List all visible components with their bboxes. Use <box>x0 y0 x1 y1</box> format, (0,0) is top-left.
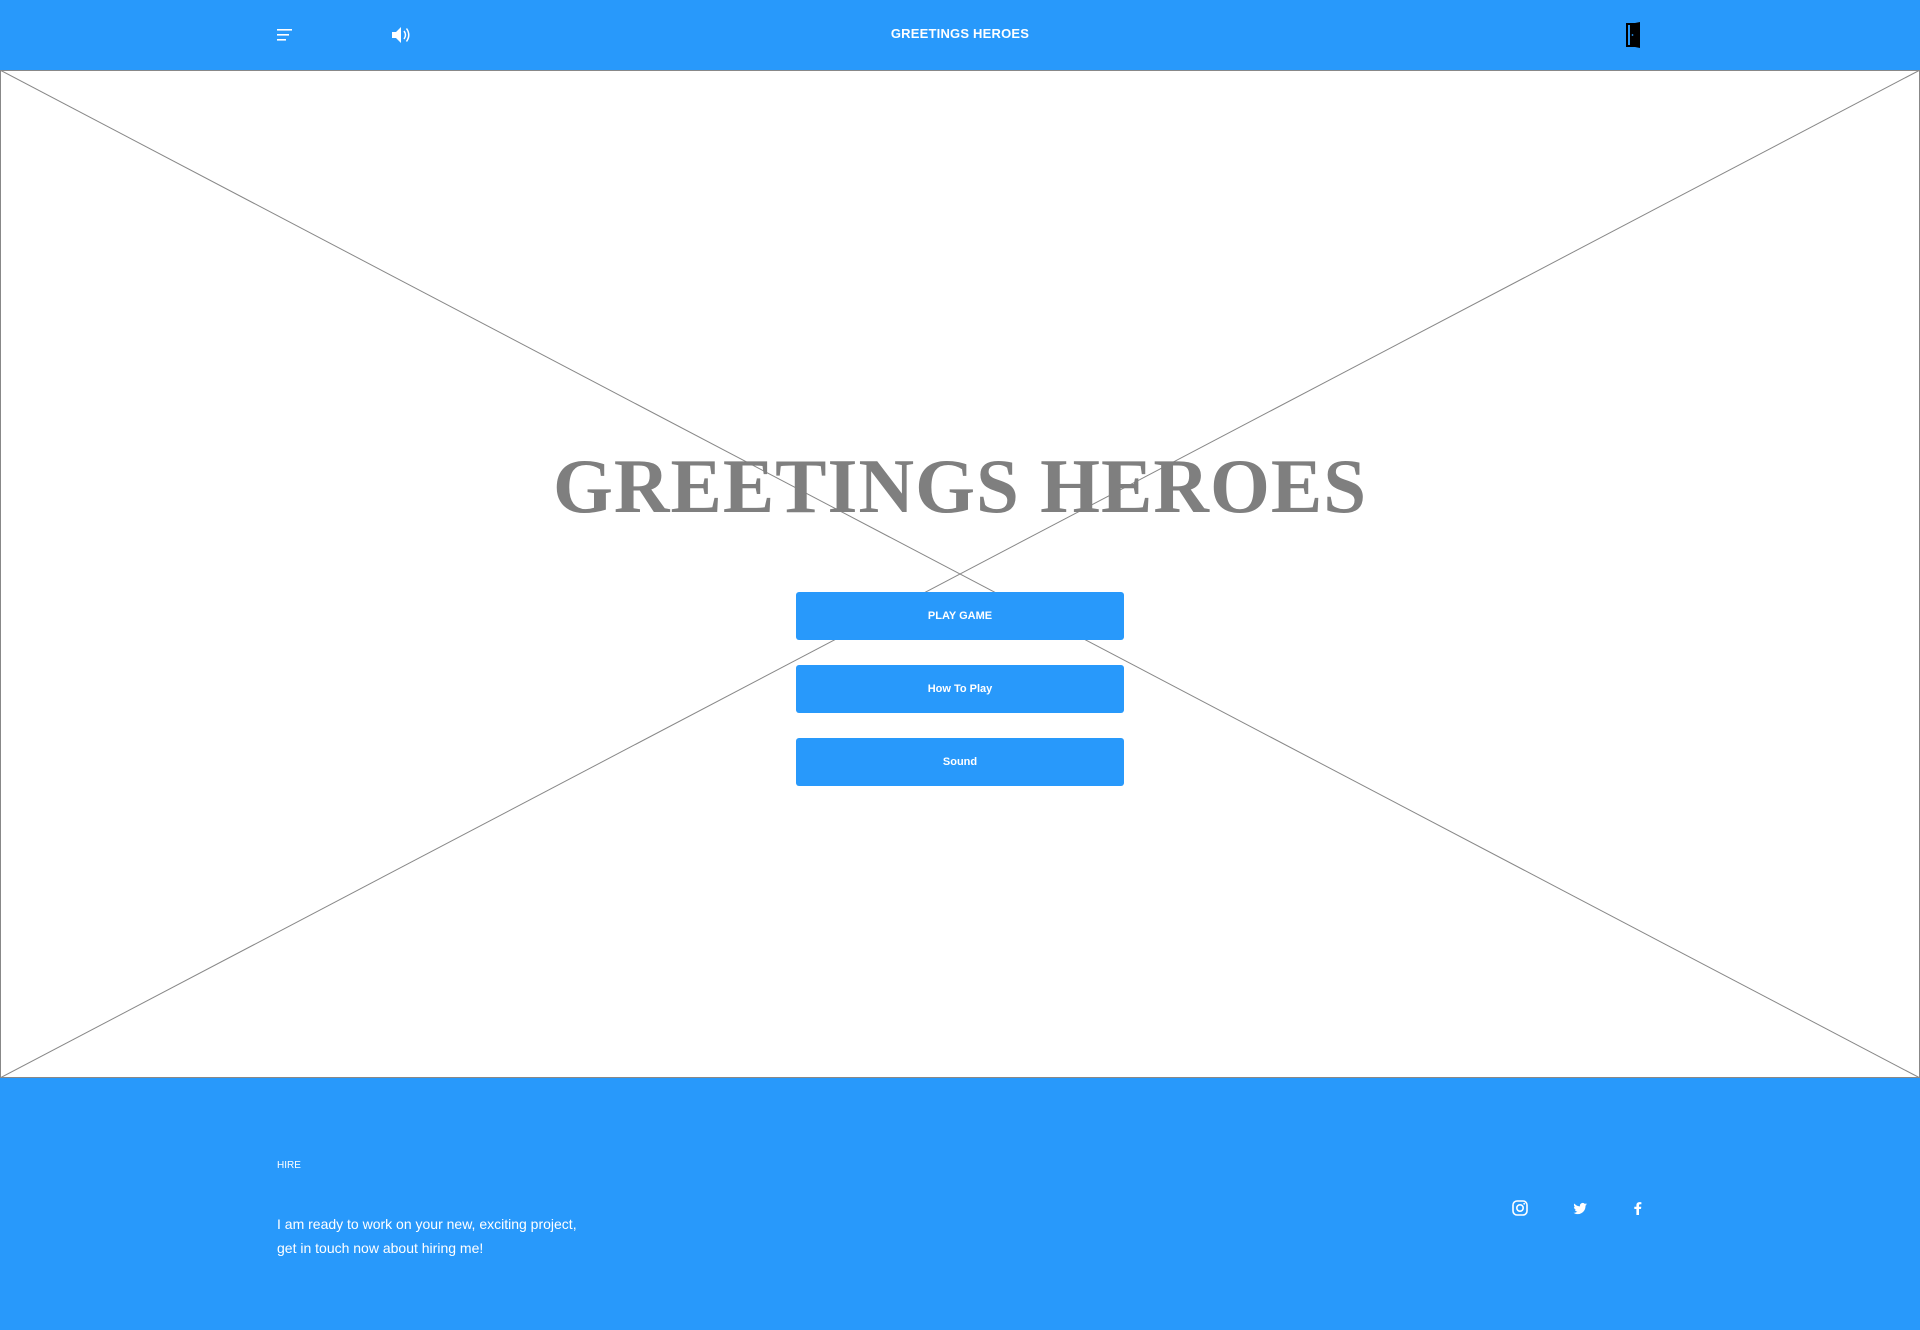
hire-text-line: I am ready to work on your new, exciting… <box>277 1216 577 1232</box>
top-header-bar: GREETINGS HEROES <box>0 0 1920 70</box>
speaker-volume-icon <box>392 27 410 43</box>
exit-button[interactable] <box>1620 18 1650 52</box>
twitter-link[interactable] <box>1568 1196 1592 1220</box>
play-game-button[interactable]: PLAY GAME <box>796 592 1124 640</box>
page: GREETINGS HEROES GREETINGS HEROES PLAY G… <box>0 0 1920 1330</box>
hire-description: I am ready to work on your new, exciting… <box>277 1212 617 1260</box>
facebook-icon <box>1634 1202 1642 1215</box>
hamburger-menu-icon <box>277 29 292 41</box>
exit-door-icon <box>1626 22 1640 48</box>
instagram-link[interactable] <box>1508 1196 1532 1220</box>
image-placeholder <box>0 70 1920 1078</box>
facebook-link[interactable] <box>1626 1196 1650 1220</box>
footer: HIRE I am ready to work on your new, exc… <box>0 1078 1920 1330</box>
hire-text-line: get in touch now about hiring me! <box>277 1240 484 1256</box>
instagram-icon <box>1512 1200 1528 1216</box>
twitter-icon <box>1573 1202 1587 1215</box>
sound-toggle-button[interactable] <box>386 20 420 50</box>
hire-label: HIRE <box>277 1160 301 1171</box>
hero-title: GREETINGS HEROES <box>552 443 1368 529</box>
menu-button[interactable] <box>270 22 300 48</box>
hero-section: GREETINGS HEROES PLAY GAME How To Play S… <box>0 70 1920 1078</box>
how-to-play-button[interactable]: How To Play <box>796 665 1124 713</box>
header-title: GREETINGS HEROES <box>890 26 1030 41</box>
sound-button[interactable]: Sound <box>796 738 1124 786</box>
